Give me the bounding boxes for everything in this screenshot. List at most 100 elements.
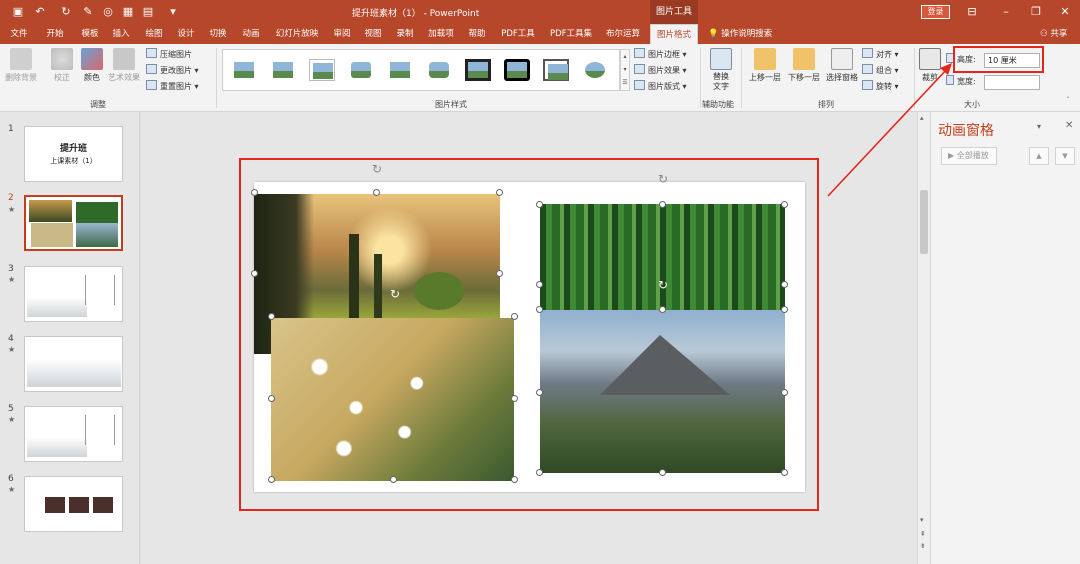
ribbon: 删除背景 校正 颜色 艺术效果 压缩图片 更改图片 ▾ 重置图片 ▾ 调整 ▴ ▾… — [0, 44, 1080, 112]
change-picture-button[interactable]: 更改图片 ▾ — [146, 64, 199, 78]
animation-star: ★ — [8, 205, 16, 214]
tab-animations[interactable]: 动画 — [236, 24, 266, 44]
slide-1-subtitle: 上课素材（1） — [50, 157, 97, 165]
remove-background-button[interactable]: 删除背景 — [4, 48, 38, 83]
move-up-button[interactable]: ▲ — [1029, 147, 1049, 165]
collapse-ribbon-icon[interactable]: ˆ — [1066, 94, 1070, 108]
tab-template[interactable]: 模板 — [75, 24, 105, 44]
style-oval[interactable] — [582, 59, 608, 81]
style-rounded[interactable] — [426, 59, 452, 81]
width-label: 宽度: — [946, 75, 976, 89]
minimize-icon[interactable]: – — [997, 4, 1015, 20]
tab-pdf-toolset[interactable]: PDF工具集 — [545, 24, 597, 44]
tell-me-search[interactable]: 💡 操作说明搜索 — [708, 24, 772, 44]
table-icon[interactable]: ▦ — [120, 4, 136, 20]
slide-thumbnail-6[interactable] — [24, 476, 123, 532]
group-button[interactable]: 组合 ▾ — [862, 64, 899, 78]
style-metal-frame[interactable] — [543, 59, 569, 81]
alt-text-icon — [710, 48, 732, 70]
reset-picture-button[interactable]: 重置图片 ▾ — [146, 80, 199, 94]
slide-thumbnail-2[interactable] — [24, 195, 123, 251]
move-down-button[interactable]: ▼ — [1055, 147, 1075, 165]
slide-thumbnail-5[interactable] — [24, 406, 123, 462]
slide-thumbnail-1[interactable]: 提升班 上课素材（1） — [24, 126, 123, 182]
tab-pdf-tools[interactable]: PDF工具 — [497, 24, 539, 44]
slide-thumbnail-pane: 1 提升班 上课素材（1） 2 ★ 3 ★ 4 ★ 5 ★ 6 ★ — [0, 112, 140, 564]
artistic-effects-label: 艺术效果 — [108, 73, 140, 82]
shape-icon[interactable]: ◎ — [100, 4, 116, 20]
scroll-down-icon[interactable]: ▾ — [920, 516, 924, 524]
share-label: 共享 — [1050, 29, 1068, 39]
width-field[interactable] — [984, 75, 1040, 90]
color-button[interactable]: 颜色 — [78, 48, 106, 83]
close-icon[interactable]: ✕ — [1056, 4, 1074, 20]
scrollbar-thumb[interactable] — [920, 190, 928, 254]
prev-slide-icon[interactable]: ⇞ — [920, 530, 926, 538]
tab-transitions[interactable]: 切换 — [203, 24, 233, 44]
pane-options-icon[interactable]: ▾ — [1037, 122, 1041, 131]
crop-label: 裁剪 — [922, 73, 938, 82]
align-button[interactable]: 对齐 ▾ — [862, 48, 899, 62]
picture-layout-button[interactable]: 图片版式 ▾ — [634, 80, 687, 94]
width-label-text: 宽度: — [957, 77, 976, 86]
format-painter-icon[interactable]: ✎ — [80, 4, 96, 20]
divider — [741, 48, 742, 108]
tab-help[interactable]: 帮助 — [462, 24, 492, 44]
tab-file[interactable]: 文件 — [4, 24, 34, 44]
tab-boolean[interactable]: 布尔运算 — [601, 24, 645, 44]
save-icon[interactable]: ▣ — [10, 4, 26, 20]
share-button[interactable]: ⚇ 共享 — [1040, 24, 1067, 44]
style-thick-black[interactable] — [504, 59, 530, 81]
slide-number: 4 — [8, 334, 14, 344]
gallery-scroll[interactable]: ▴ ▾ ☰ — [620, 49, 630, 91]
tab-home[interactable]: 开始 — [40, 24, 70, 44]
style-thin-frame[interactable] — [309, 59, 335, 81]
tab-draw[interactable]: 绘图 — [139, 24, 169, 44]
selection-pane-label: 选择窗格 — [826, 73, 858, 82]
send-backward-button[interactable]: 下移一层 — [785, 48, 823, 83]
crop-button[interactable]: 裁剪 — [918, 48, 942, 83]
tab-picture-format[interactable]: 图片格式 — [650, 24, 698, 44]
rotate-button[interactable]: 旋转 ▾ — [862, 80, 899, 94]
tab-design[interactable]: 设计 — [171, 24, 201, 44]
next-slide-icon[interactable]: ⇟ — [920, 542, 926, 550]
vertical-scrollbar[interactable]: ▴ ▾ ⇞ ⇟ — [917, 112, 930, 564]
style-reflected[interactable] — [387, 59, 413, 81]
style-shadow[interactable] — [270, 59, 296, 81]
restore-icon[interactable]: ❐ — [1027, 4, 1045, 20]
slide-1-title: 提升班 — [59, 144, 87, 154]
slide-thumbnail-4[interactable] — [24, 336, 123, 392]
undo-icon[interactable]: ↶ — [32, 4, 48, 20]
picture-border-button[interactable]: 图片边框 ▾ — [634, 48, 687, 62]
picture-border-label: 图片边框 — [648, 50, 680, 59]
bring-forward-button[interactable]: 上移一层 — [746, 48, 784, 83]
corrections-button[interactable]: 校正 — [46, 48, 78, 83]
qat-customize-icon[interactable]: ▾ — [165, 4, 181, 20]
picture-effects-button[interactable]: 图片效果 ▾ — [634, 64, 687, 78]
thumb-bamboo-photo — [76, 202, 118, 223]
slideshow-icon[interactable]: ▤ — [140, 4, 156, 20]
selection-pane-button[interactable]: 选择窗格 — [823, 48, 861, 83]
rotate-icon — [862, 80, 873, 90]
pane-close-icon[interactable]: ✕ — [1065, 120, 1073, 131]
style-black-frame[interactable] — [465, 59, 491, 81]
slide-thumbnail-3[interactable] — [24, 266, 123, 322]
tab-insert[interactable]: 插入 — [106, 24, 136, 44]
divider — [700, 48, 701, 108]
login-button[interactable]: 登录 — [921, 5, 950, 19]
scroll-up-icon[interactable]: ▴ — [920, 114, 924, 122]
style-soft-edge[interactable] — [348, 59, 374, 81]
title-bar: ▣ ↶ ↻ ✎ ◎ ▦ ▤ ▾ 提升班素材（1） - PowerPoint 图片… — [0, 0, 1080, 24]
tab-slideshow[interactable]: 幻灯片放映 — [270, 24, 324, 44]
redo-icon[interactable]: ↻ — [58, 4, 74, 20]
style-simple-frame[interactable] — [231, 59, 257, 81]
alt-text-button[interactable]: 替换文字 — [706, 48, 736, 92]
compress-pictures-button[interactable]: 压缩图片 — [146, 48, 192, 62]
tab-addins[interactable]: 加载项 — [423, 24, 459, 44]
ribbon-display-icon[interactable]: ⊟ — [963, 4, 981, 20]
tab-record[interactable]: 录制 — [390, 24, 420, 44]
play-all-button[interactable]: ▶ 全部播放 — [941, 147, 997, 165]
artistic-effects-button[interactable]: 艺术效果 — [106, 48, 142, 83]
tab-review[interactable]: 审阅 — [327, 24, 357, 44]
tab-view[interactable]: 视图 — [358, 24, 388, 44]
